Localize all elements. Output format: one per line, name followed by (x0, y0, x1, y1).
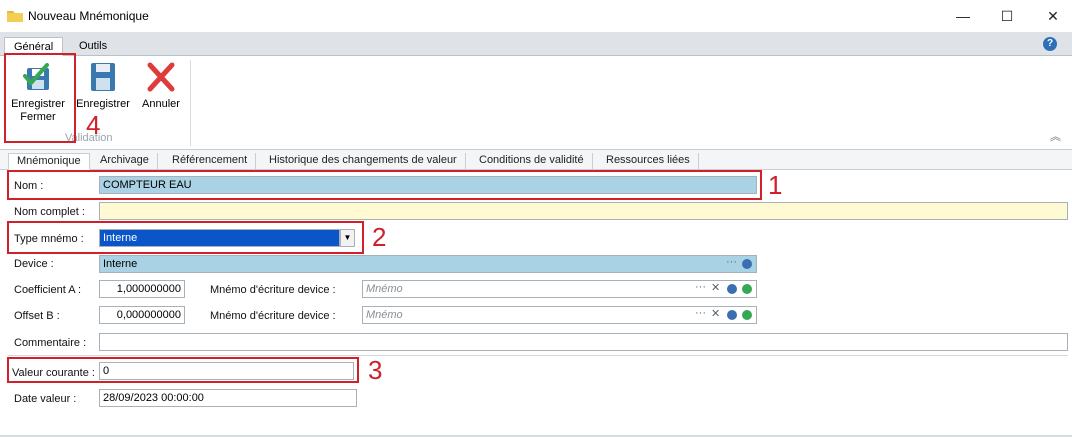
save-label: Enregistrer (76, 98, 130, 110)
minimize-button[interactable]: — (940, 0, 986, 32)
coef-input[interactable]: 1,000000000 (99, 280, 185, 298)
nom-complet-input[interactable] (99, 202, 1068, 220)
separator (8, 355, 1068, 356)
coef-label: Coefficient A : (14, 284, 82, 296)
device-input[interactable]: Interne (99, 255, 757, 273)
annotation-label-4: 4 (86, 110, 101, 140)
save-icon (91, 63, 115, 91)
cancel-label: Annuler (142, 98, 180, 110)
tab-mnemonique[interactable]: Mnémonique (8, 153, 90, 170)
annotation-label-3: 3 (368, 355, 383, 385)
annotation-box-1 (7, 170, 762, 200)
tab-archivage[interactable]: Archivage (92, 153, 158, 170)
navigate-icon[interactable] (727, 284, 737, 294)
add-icon[interactable] (742, 310, 752, 320)
commentaire-label: Commentaire : (14, 337, 87, 349)
folder-icon (7, 9, 23, 22)
navigate-icon[interactable] (742, 259, 752, 269)
annotation-label-1: 1 (768, 170, 783, 200)
window-title: Nouveau Mnémonique (28, 9, 149, 23)
more-icon[interactable]: ··· (695, 281, 706, 293)
annotation-box-2 (7, 221, 364, 254)
nom-complet-label: Nom complet : (14, 206, 85, 218)
date-label: Date valeur : (14, 393, 77, 405)
clear-icon[interactable]: ✕ (711, 307, 720, 320)
tab-ressources[interactable]: Ressources liées (598, 153, 699, 170)
help-icon[interactable]: ? (1043, 37, 1057, 51)
more-icon[interactable]: ··· (695, 307, 706, 319)
close-button[interactable]: ✕ (1030, 0, 1072, 32)
tab-conditions[interactable]: Conditions de validité (471, 153, 593, 170)
add-icon[interactable] (742, 284, 752, 294)
save-button[interactable]: Enregistrer (70, 60, 136, 120)
mnemo-write-label-2: Mnémo d'écriture device : (210, 310, 336, 322)
device-label: Device : (14, 258, 54, 270)
annotation-box-3 (7, 357, 359, 383)
ribbon-tab-outils[interactable]: Outils (70, 37, 116, 56)
date-input[interactable]: 28/09/2023 00:00:00 (99, 389, 357, 407)
title-bar (0, 0, 1072, 32)
ribbon-divider (190, 60, 191, 146)
cancel-button[interactable]: Annuler (128, 60, 194, 120)
commentaire-input[interactable] (99, 333, 1068, 351)
navigate-icon[interactable] (727, 310, 737, 320)
mnemo-write-label-1: Mnémo d'écriture device : (210, 284, 336, 296)
tab-historique[interactable]: Historique des changements de valeur (261, 153, 466, 170)
annotation-label-2: 2 (372, 222, 387, 252)
more-icon[interactable]: ··· (726, 256, 737, 268)
ribbon-tab-bar (0, 32, 1072, 56)
tab-referencement[interactable]: Référencement (164, 153, 257, 170)
offset-label: Offset B : (14, 310, 60, 322)
collapse-ribbon-icon[interactable]: ︽ (1050, 128, 1061, 144)
annotation-box-4 (4, 53, 76, 143)
maximize-button[interactable]: ☐ (984, 0, 1030, 32)
cancel-icon (147, 62, 175, 92)
clear-icon[interactable]: ✕ (711, 281, 720, 294)
offset-input[interactable]: 0,000000000 (99, 306, 185, 324)
